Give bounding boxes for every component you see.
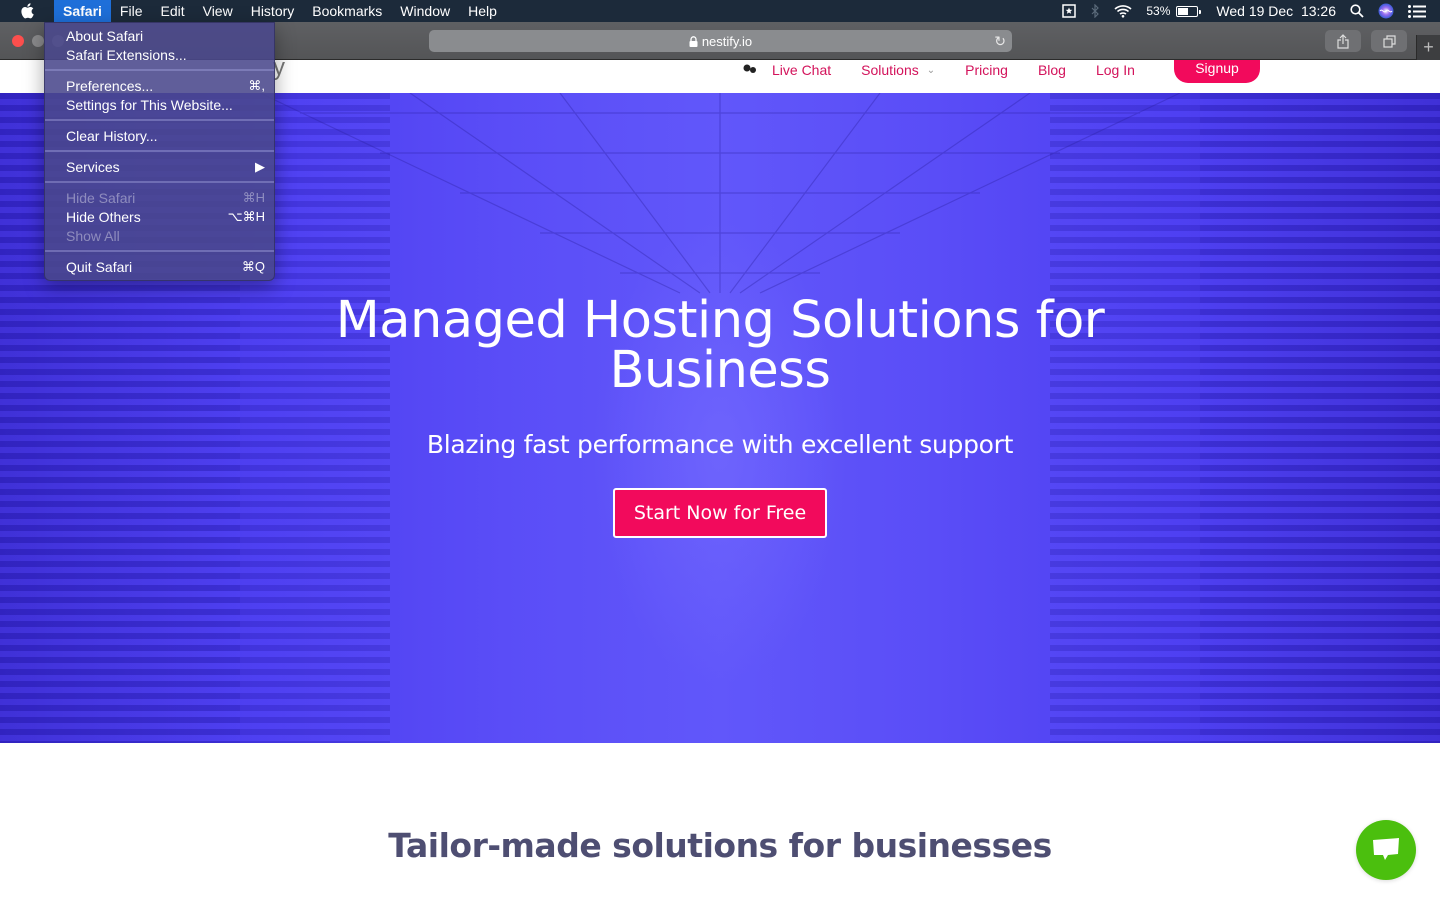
tabs-overview-icon xyxy=(1382,34,1396,48)
clock[interactable]: Wed 19 Dec 13:26 xyxy=(1216,3,1336,19)
chat-bubbles-icon xyxy=(742,64,758,76)
safari-menu-dropdown: About Safari Safari Extensions... Preferen… xyxy=(44,22,275,281)
menu-separator xyxy=(45,181,274,183)
apple-icon xyxy=(21,3,34,19)
menu-separator xyxy=(45,250,274,252)
nav-login[interactable]: Log In xyxy=(1096,62,1135,78)
hero-subtitle: Blazing fast performance with excellent … xyxy=(426,430,1014,459)
bookmark-star-icon[interactable] xyxy=(1062,4,1077,18)
menu-file[interactable]: File xyxy=(111,0,152,22)
lock-icon xyxy=(689,35,698,47)
menu-item-label: Settings for This Website... xyxy=(66,96,233,113)
menu-item-shortcut: ⌘, xyxy=(248,77,265,93)
reload-icon[interactable]: ↻ xyxy=(994,33,1006,50)
menu-item-settings-for-this-website[interactable]: Settings for This Website... xyxy=(45,95,274,114)
menu-item-preferences[interactable]: Preferences... ⌘, xyxy=(45,76,274,95)
status-area: 53% Wed 19 Dec 13:26 xyxy=(1048,0,1440,22)
menu-edit[interactable]: Edit xyxy=(151,0,193,22)
menu-item-hide-safari: Hide Safari ⌘H xyxy=(45,188,274,207)
notification-center-icon[interactable] xyxy=(1408,4,1426,18)
menu-view[interactable]: View xyxy=(194,0,242,22)
menu-help[interactable]: Help xyxy=(459,0,506,22)
nav-pricing[interactable]: Pricing xyxy=(965,62,1008,78)
bluetooth-icon[interactable] xyxy=(1090,4,1100,18)
nav-live-chat[interactable]: Live Chat xyxy=(772,62,831,78)
chat-icon xyxy=(1373,838,1399,860)
menu-item-label: Quit Safari xyxy=(66,258,133,275)
battery-fill xyxy=(1178,7,1188,15)
submenu-arrow-icon: ▶ xyxy=(255,158,265,174)
siri-icon[interactable] xyxy=(1378,3,1394,19)
menu-item-label: Hide Safari xyxy=(66,189,136,206)
share-button[interactable] xyxy=(1325,30,1361,52)
menu-item-label: Clear History... xyxy=(66,127,158,144)
battery-icon[interactable] xyxy=(1176,5,1202,17)
site-nav: Live Chat Solutions ⌄ Pricing Blog Log I… xyxy=(742,60,1165,80)
screen: Safari File Edit View History Bookmarks … xyxy=(0,0,1440,900)
spotlight-search-icon[interactable] xyxy=(1350,4,1364,18)
menu-item-label: Services xyxy=(66,158,120,175)
server-rack-right xyxy=(1200,93,1440,743)
start-now-button[interactable]: Start Now for Free xyxy=(613,488,827,538)
menu-history[interactable]: History xyxy=(242,0,304,22)
menu-item-label: Safari Extensions... xyxy=(66,46,187,63)
chevron-down-icon: ⌄ xyxy=(926,64,936,76)
menu-item-label: Hide Others xyxy=(66,208,141,225)
hero-title-line-1: Managed Hosting Solutions for xyxy=(335,291,1105,350)
show-tabs-button[interactable] xyxy=(1371,30,1407,52)
plus-icon: + xyxy=(1423,37,1434,57)
menu-item-clear-history[interactable]: Clear History... xyxy=(45,126,274,145)
apple-menu[interactable] xyxy=(0,0,54,22)
wifi-icon[interactable] xyxy=(1114,4,1132,18)
hero-title: Managed Hosting Solutions for Business xyxy=(0,291,1440,400)
menu-separator xyxy=(45,119,274,121)
menu-item-shortcut: ⌘Q xyxy=(241,258,265,274)
close-window-button[interactable] xyxy=(12,35,24,47)
live-chat-widget-button[interactable] xyxy=(1356,820,1416,880)
hero-title-line-2: Business xyxy=(609,341,831,400)
nav-blog[interactable]: Blog xyxy=(1038,62,1066,78)
menu-item-show-all: Show All xyxy=(45,226,274,245)
menu-separator xyxy=(45,150,274,152)
menu-safari[interactable]: Safari xyxy=(54,0,111,22)
share-icon xyxy=(1337,33,1349,49)
menu-item-hide-others[interactable]: Hide Others ⌥⌘H xyxy=(45,207,274,226)
menu-separator xyxy=(45,69,274,71)
address-bar[interactable]: nestify.io ↻ xyxy=(429,30,1012,52)
nav-solutions-label: Solutions xyxy=(861,62,919,78)
menu-item-shortcut: ⌥⌘H xyxy=(227,208,265,224)
battery-percent[interactable]: 53% xyxy=(1146,4,1170,18)
menu-item-quit-safari[interactable]: Quit Safari ⌘Q xyxy=(45,257,274,276)
menu-item-services[interactable]: Services ▶ xyxy=(45,157,274,176)
macos-menubar: Safari File Edit View History Bookmarks … xyxy=(0,0,1440,22)
menu-bookmarks[interactable]: Bookmarks xyxy=(303,0,391,22)
menu-item-shortcut: ⌘H xyxy=(242,189,265,205)
minimize-window-button[interactable] xyxy=(32,35,44,47)
menu-item-label: Show All xyxy=(66,227,120,244)
menu-item-label: Preferences... xyxy=(66,77,154,94)
menu-item-safari-extensions[interactable]: Safari Extensions... xyxy=(45,45,274,64)
section-title: Tailor-made solutions for businesses xyxy=(388,826,1052,865)
nav-solutions[interactable]: Solutions ⌄ xyxy=(861,62,935,78)
menu-item-label: About Safari xyxy=(66,27,144,44)
menu-item-about-safari[interactable]: About Safari xyxy=(45,26,274,45)
menu-window[interactable]: Window xyxy=(391,0,459,22)
new-tab-button[interactable]: + xyxy=(1416,35,1440,60)
url-text: nestify.io xyxy=(701,33,753,49)
